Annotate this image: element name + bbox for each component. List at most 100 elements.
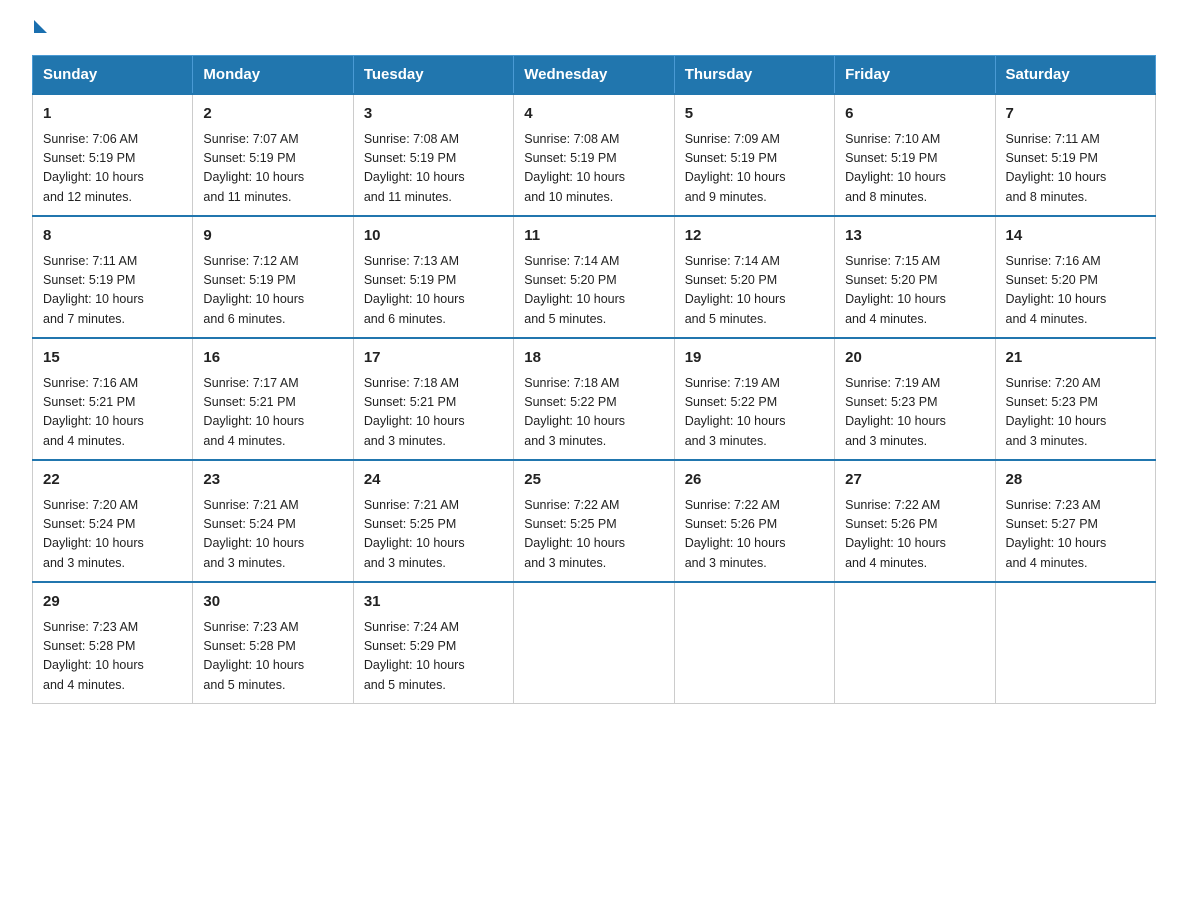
day-number: 15	[43, 347, 182, 370]
week-row-5: 29 Sunrise: 7:23 AMSunset: 5:28 PMDayligh…	[33, 582, 1156, 704]
day-info: Sunrise: 7:14 AMSunset: 5:20 PMDaylight:…	[685, 252, 824, 330]
day-cell-31: 31 Sunrise: 7:24 AMSunset: 5:29 PMDayligh…	[353, 582, 513, 704]
day-cell-16: 16 Sunrise: 7:17 AMSunset: 5:21 PMDayligh…	[193, 338, 353, 460]
day-cell-8: 8Sunrise: 7:11 AMSunset: 5:19 PMDaylight…	[33, 216, 193, 338]
day-number: 10	[364, 225, 503, 248]
day-info: Sunrise: 7:10 AMSunset: 5:19 PMDaylight:…	[845, 130, 984, 208]
day-number: 24	[364, 469, 503, 492]
day-info: Sunrise: 7:17 AMSunset: 5:21 PMDaylight:…	[203, 374, 342, 452]
day-cell-14: 14 Sunrise: 7:16 AMSunset: 5:20 PMDayligh…	[995, 216, 1155, 338]
empty-cell	[514, 582, 674, 704]
day-info: Sunrise: 7:14 AMSunset: 5:20 PMDaylight:…	[524, 252, 663, 330]
day-cell-15: 15 Sunrise: 7:16 AMSunset: 5:21 PMDayligh…	[33, 338, 193, 460]
day-info: Sunrise: 7:11 AMSunset: 5:19 PMDaylight:…	[1006, 130, 1145, 208]
day-cell-2: 2 Sunrise: 7:07 AMSunset: 5:19 PMDaylight…	[193, 94, 353, 216]
day-number: 18	[524, 347, 663, 370]
day-info: Sunrise: 7:12 AMSunset: 5:19 PMDaylight:…	[203, 252, 342, 330]
day-info: Sunrise: 7:23 AMSunset: 5:28 PMDaylight:…	[43, 618, 182, 696]
day-cell-26: 26 Sunrise: 7:22 AMSunset: 5:26 PMDayligh…	[674, 460, 834, 582]
day-number: 27	[845, 469, 984, 492]
day-info: Sunrise: 7:13 AMSunset: 5:19 PMDaylight:…	[364, 252, 503, 330]
day-number: 28	[1006, 469, 1145, 492]
day-info: Sunrise: 7:21 AMSunset: 5:24 PMDaylight:…	[203, 496, 342, 574]
week-row-4: 22 Sunrise: 7:20 AMSunset: 5:24 PMDayligh…	[33, 460, 1156, 582]
day-number: 6	[845, 103, 984, 126]
day-info: Sunrise: 7:16 AMSunset: 5:20 PMDaylight:…	[1006, 252, 1145, 330]
day-header-wednesday: Wednesday	[514, 56, 674, 95]
day-cell-6: 6 Sunrise: 7:10 AMSunset: 5:19 PMDaylight…	[835, 94, 995, 216]
day-number: 22	[43, 469, 182, 492]
day-number: 1	[43, 103, 182, 126]
week-row-2: 8Sunrise: 7:11 AMSunset: 5:19 PMDaylight…	[33, 216, 1156, 338]
day-cell-11: 11 Sunrise: 7:14 AMSunset: 5:20 PMDayligh…	[514, 216, 674, 338]
logo-triangle-icon	[34, 20, 47, 33]
day-cell-23: 23Sunrise: 7:21 AMSunset: 5:24 PMDayligh…	[193, 460, 353, 582]
day-cell-24: 24 Sunrise: 7:21 AMSunset: 5:25 PMDayligh…	[353, 460, 513, 582]
day-cell-20: 20Sunrise: 7:19 AMSunset: 5:23 PMDayligh…	[835, 338, 995, 460]
week-row-1: 1 Sunrise: 7:06 AMSunset: 5:19 PMDaylight…	[33, 94, 1156, 216]
empty-cell	[835, 582, 995, 704]
day-number: 14	[1006, 225, 1145, 248]
day-info: Sunrise: 7:09 AMSunset: 5:19 PMDaylight:…	[685, 130, 824, 208]
day-cell-13: 13 Sunrise: 7:15 AMSunset: 5:20 PMDayligh…	[835, 216, 995, 338]
day-info: Sunrise: 7:22 AMSunset: 5:26 PMDaylight:…	[685, 496, 824, 574]
day-cell-29: 29 Sunrise: 7:23 AMSunset: 5:28 PMDayligh…	[33, 582, 193, 704]
day-info: Sunrise: 7:23 AMSunset: 5:28 PMDaylight:…	[203, 618, 342, 696]
empty-cell	[674, 582, 834, 704]
day-cell-3: 3Sunrise: 7:08 AMSunset: 5:19 PMDaylight…	[353, 94, 513, 216]
day-number: 30	[203, 591, 342, 614]
logo	[32, 24, 47, 37]
calendar-table: SundayMondayTuesdayWednesdayThursdayFrid…	[32, 55, 1156, 704]
day-info: Sunrise: 7:08 AMSunset: 5:19 PMDaylight:…	[364, 130, 503, 208]
day-header-monday: Monday	[193, 56, 353, 95]
day-number: 2	[203, 103, 342, 126]
day-number: 21	[1006, 347, 1145, 370]
day-header-thursday: Thursday	[674, 56, 834, 95]
day-number: 26	[685, 469, 824, 492]
day-info: Sunrise: 7:24 AMSunset: 5:29 PMDaylight:…	[364, 618, 503, 696]
day-header-tuesday: Tuesday	[353, 56, 513, 95]
day-number: 9	[203, 225, 342, 248]
day-info: Sunrise: 7:19 AMSunset: 5:22 PMDaylight:…	[685, 374, 824, 452]
day-info: Sunrise: 7:21 AMSunset: 5:25 PMDaylight:…	[364, 496, 503, 574]
day-number: 5	[685, 103, 824, 126]
day-cell-30: 30 Sunrise: 7:23 AMSunset: 5:28 PMDayligh…	[193, 582, 353, 704]
day-number: 12	[685, 225, 824, 248]
day-info: Sunrise: 7:07 AMSunset: 5:19 PMDaylight:…	[203, 130, 342, 208]
day-info: Sunrise: 7:20 AMSunset: 5:23 PMDaylight:…	[1006, 374, 1145, 452]
day-number: 4	[524, 103, 663, 126]
day-cell-28: 28Sunrise: 7:23 AMSunset: 5:27 PMDayligh…	[995, 460, 1155, 582]
days-header-row: SundayMondayTuesdayWednesdayThursdayFrid…	[33, 56, 1156, 95]
day-cell-9: 9 Sunrise: 7:12 AMSunset: 5:19 PMDaylight…	[193, 216, 353, 338]
day-header-saturday: Saturday	[995, 56, 1155, 95]
day-cell-18: 18 Sunrise: 7:18 AMSunset: 5:22 PMDayligh…	[514, 338, 674, 460]
day-cell-5: 5 Sunrise: 7:09 AMSunset: 5:19 PMDaylight…	[674, 94, 834, 216]
day-number: 16	[203, 347, 342, 370]
day-info: Sunrise: 7:06 AMSunset: 5:19 PMDaylight:…	[43, 130, 182, 208]
day-number: 25	[524, 469, 663, 492]
day-cell-7: 7Sunrise: 7:11 AMSunset: 5:19 PMDaylight…	[995, 94, 1155, 216]
day-cell-22: 22 Sunrise: 7:20 AMSunset: 5:24 PMDayligh…	[33, 460, 193, 582]
day-info: Sunrise: 7:22 AMSunset: 5:26 PMDaylight:…	[845, 496, 984, 574]
day-info: Sunrise: 7:20 AMSunset: 5:24 PMDaylight:…	[43, 496, 182, 574]
day-number: 11	[524, 225, 663, 248]
day-number: 17	[364, 347, 503, 370]
day-cell-19: 19Sunrise: 7:19 AMSunset: 5:22 PMDayligh…	[674, 338, 834, 460]
day-info: Sunrise: 7:15 AMSunset: 5:20 PMDaylight:…	[845, 252, 984, 330]
day-info: Sunrise: 7:18 AMSunset: 5:22 PMDaylight:…	[524, 374, 663, 452]
day-cell-10: 10 Sunrise: 7:13 AMSunset: 5:19 PMDayligh…	[353, 216, 513, 338]
day-cell-4: 4 Sunrise: 7:08 AMSunset: 5:19 PMDaylight…	[514, 94, 674, 216]
day-info: Sunrise: 7:08 AMSunset: 5:19 PMDaylight:…	[524, 130, 663, 208]
day-cell-12: 12 Sunrise: 7:14 AMSunset: 5:20 PMDayligh…	[674, 216, 834, 338]
week-row-3: 15 Sunrise: 7:16 AMSunset: 5:21 PMDayligh…	[33, 338, 1156, 460]
day-number: 29	[43, 591, 182, 614]
day-number: 13	[845, 225, 984, 248]
day-number: 20	[845, 347, 984, 370]
day-cell-1: 1 Sunrise: 7:06 AMSunset: 5:19 PMDaylight…	[33, 94, 193, 216]
day-cell-25: 25 Sunrise: 7:22 AMSunset: 5:25 PMDayligh…	[514, 460, 674, 582]
day-number: 31	[364, 591, 503, 614]
day-info: Sunrise: 7:16 AMSunset: 5:21 PMDaylight:…	[43, 374, 182, 452]
day-info: Sunrise: 7:18 AMSunset: 5:21 PMDaylight:…	[364, 374, 503, 452]
day-info: Sunrise: 7:22 AMSunset: 5:25 PMDaylight:…	[524, 496, 663, 574]
day-number: 8	[43, 225, 182, 248]
